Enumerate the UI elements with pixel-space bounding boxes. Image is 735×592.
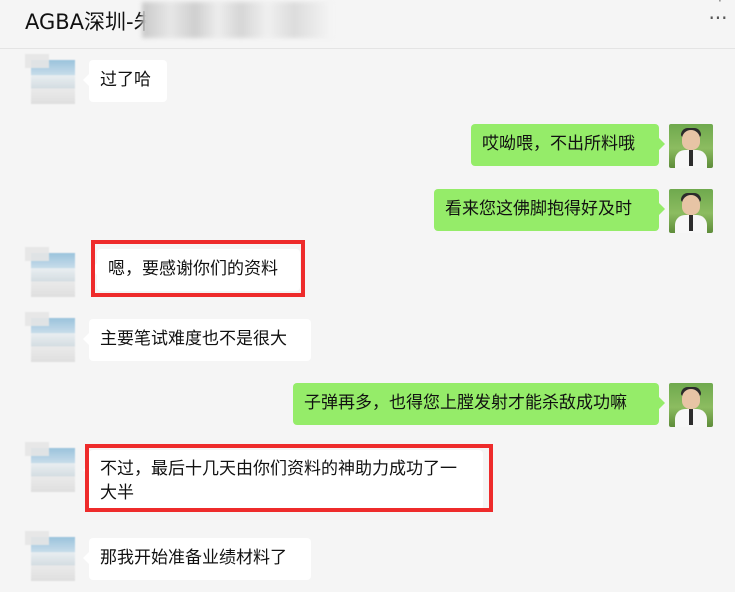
self-avatar[interactable] [669, 124, 713, 168]
contact-avatar[interactable] [25, 312, 75, 362]
highlight-box [91, 240, 305, 297]
message-bubble-sent: 哎呦喂，不出所料哦 [471, 124, 665, 166]
message-bubble-received: 过了哈 [83, 60, 167, 102]
message-bubble-received: 那我开始准备业绩材料了 [83, 538, 311, 580]
contact-avatar[interactable] [25, 442, 75, 492]
contact-avatar[interactable] [25, 54, 75, 104]
highlight-box [85, 444, 493, 512]
message-bubble-sent: 看来您这佛脚抱得好及时 [434, 189, 665, 231]
message-text: 主要笔试难度也不是很大 [100, 329, 287, 349]
message-text: 哎呦喂，不出所料哦 [482, 134, 635, 154]
message-bubble-received: 主要笔试难度也不是很大 [83, 319, 311, 361]
more-dots-icon[interactable]: ··· [706, 6, 730, 30]
message-text: 过了哈 [100, 70, 151, 90]
message-bubble-sent: 子弹再多，也得您上膛发射才能杀敌成功嘛 [293, 383, 665, 425]
title-mosaic-blur [142, 2, 332, 38]
message-text: 子弹再多，也得您上膛发射才能杀敌成功嘛 [304, 393, 627, 413]
self-avatar[interactable] [669, 189, 713, 233]
chat-title-bar: AGBA深圳-朱 · ··· [0, 0, 735, 49]
contact-avatar[interactable] [25, 531, 75, 581]
message-text: 那我开始准备业绩材料了 [100, 548, 287, 568]
contact-avatar[interactable] [25, 247, 75, 297]
self-avatar[interactable] [669, 383, 713, 427]
message-text: 看来您这佛脚抱得好及时 [445, 199, 632, 219]
chat-title: AGBA深圳-朱 [25, 10, 155, 34]
